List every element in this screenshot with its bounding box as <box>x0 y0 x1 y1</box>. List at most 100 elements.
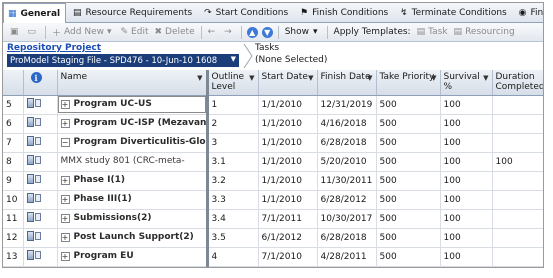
survival-cell[interactable]: 100 <box>440 114 493 134</box>
name-cell[interactable]: − Program Diverticulitis-Globa <box>57 133 209 153</box>
outline-level-cell[interactable]: 3 <box>207 133 259 153</box>
take-priority-cell[interactable]: 500 <box>376 247 441 267</box>
filter-icon[interactable]: ▼ <box>308 73 313 83</box>
take-priority-cell[interactable]: 500 <box>376 228 441 248</box>
outline-level-cell[interactable]: 1 <box>207 95 259 115</box>
name-cell[interactable]: + Phase I(1) <box>57 171 209 191</box>
expand-icon[interactable]: + <box>60 213 70 223</box>
start-date-cell[interactable]: 1/1/2010 <box>258 152 318 172</box>
take-priority-cell[interactable]: 500 <box>376 152 441 172</box>
tab-start-conditions[interactable]: ↷ Start Conditions <box>200 3 293 23</box>
outdent-button[interactable]: ← <box>205 24 222 40</box>
survival-cell[interactable]: 100 <box>440 228 493 248</box>
row-icon-cell[interactable] <box>23 171 58 191</box>
take-priority-cell[interactable]: 500 <box>376 209 441 229</box>
save-button[interactable]: ▣ <box>7 24 25 40</box>
survival-cell[interactable]: 100 <box>440 171 493 191</box>
start-date-cell[interactable]: 7/1/2011 <box>258 209 318 229</box>
start-date-cell[interactable]: 1/1/2010 <box>258 171 318 191</box>
table-row[interactable]: 9 + Phase I(1) 3.2 1/1/2010 11/30/2011 500 100 <box>3 171 543 191</box>
row-icon-cell[interactable] <box>23 152 58 172</box>
expand-icon[interactable]: + <box>60 232 70 242</box>
expand-icon[interactable]: + <box>60 99 70 109</box>
expand-icon[interactable]: + <box>60 194 70 204</box>
finish-date-cell[interactable]: 6/28/2018 <box>317 133 377 153</box>
row-icon-cell[interactable] <box>23 209 58 229</box>
table-row[interactable]: 6 + Program UC-ISP (Mezavant) 2 1/1/2010 4/16… <box>3 114 543 134</box>
expand-icon[interactable]: + <box>60 118 70 128</box>
name-cell[interactable]: + Program EU <box>57 247 209 267</box>
finish-date-cell[interactable]: 12/31/2019 <box>317 95 377 115</box>
tab-finish-conditions[interactable]: ⚑ Finish Conditions <box>296 3 393 23</box>
outline-level-cell[interactable]: 2 <box>207 114 259 134</box>
duration-completed-cell[interactable] <box>492 133 543 153</box>
take-priority-column-header[interactable]: Take Priority ▼ <box>376 70 441 96</box>
table-row[interactable]: 12 + Post Launch Support(2) 3.5 6/1/2012 6/28… <box>3 228 543 248</box>
finish-date-cell[interactable]: 10/30/2017 <box>317 209 377 229</box>
duration-completed-cell[interactable] <box>492 209 543 229</box>
filter-icon[interactable]: ▼ <box>483 73 488 83</box>
collapse-icon[interactable]: − <box>60 137 70 147</box>
repository-project-link[interactable]: Repository Project <box>7 43 241 53</box>
new-window-button[interactable]: ▭ <box>25 24 43 40</box>
duration-completed-cell[interactable]: 100 <box>492 152 543 172</box>
duration-completed-cell[interactable] <box>492 95 543 115</box>
indent-button[interactable]: → <box>221 24 238 40</box>
outline-level-cell[interactable]: 3.4 <box>207 209 259 229</box>
name-cell[interactable]: + Submissions(2) <box>57 209 209 229</box>
name-cell[interactable]: + Phase III(1) <box>57 190 209 210</box>
filter-icon[interactable]: ▼ <box>197 73 202 83</box>
table-row[interactable]: 7 − Program Diverticulitis-Globa 3 1/1/2010 6… <box>3 133 543 153</box>
take-priority-cell[interactable]: 500 <box>376 95 441 115</box>
take-priority-cell[interactable]: 500 <box>376 133 441 153</box>
survival-cell[interactable]: 100 <box>440 247 493 267</box>
tab-terminate-conditions[interactable]: ↯ Terminate Conditions <box>396 3 512 23</box>
outline-level-cell[interactable]: 4 <box>207 247 259 267</box>
edit-button[interactable]: ✎ Edit <box>118 24 152 40</box>
filter-icon[interactable]: ▼ <box>431 73 436 83</box>
survival-cell[interactable]: 100 <box>440 209 493 229</box>
finish-date-cell[interactable]: 5/20/2010 <box>317 152 377 172</box>
name-cell[interactable]: + Post Launch Support(2) <box>57 228 209 248</box>
start-date-cell[interactable]: 7/1/2010 <box>258 247 318 267</box>
survival-cell[interactable]: 100 <box>440 95 493 115</box>
duration-completed-cell[interactable] <box>492 171 543 191</box>
name-cell[interactable]: + Program UC-US <box>57 95 209 115</box>
row-icon-cell[interactable] <box>23 247 58 267</box>
resourcing-template-button[interactable]: ▤ Resourcing <box>451 24 518 40</box>
row-icon-cell[interactable] <box>23 95 58 115</box>
table-row[interactable]: 8 MMX study 801 (CRC-meta- 3.1 1/1/2010 5/20… <box>3 152 543 172</box>
row-icon-cell[interactable] <box>23 190 58 210</box>
repository-select[interactable]: ProModel Staging File - SPD476 - 10-Jun-… <box>7 54 239 67</box>
filter-icon[interactable]: ▼ <box>367 73 372 83</box>
expand-icon[interactable]: + <box>60 175 70 185</box>
finish-date-cell[interactable]: 11/30/2011 <box>317 171 377 191</box>
finish-date-cell[interactable]: 6/28/2012 <box>317 190 377 210</box>
take-priority-cell[interactable]: 500 <box>376 171 441 191</box>
survival-cell[interactable]: 100 <box>440 152 493 172</box>
duration-completed-cell[interactable] <box>492 247 543 267</box>
start-date-cell[interactable]: 6/1/2012 <box>258 228 318 248</box>
duration-completed-column-header[interactable]: Duration Completed <box>492 70 543 96</box>
row-icon-cell[interactable] <box>23 228 58 248</box>
table-row[interactable]: 10 + Phase III(1) 3.3 1/1/2010 6/28/2012 500 10… <box>3 190 543 210</box>
expand-icon[interactable]: + <box>60 251 70 261</box>
filter-icon[interactable]: ▼ <box>249 73 254 83</box>
start-date-cell[interactable]: 1/1/2010 <box>258 133 318 153</box>
finish-date-cell[interactable]: 6/28/2018 <box>317 228 377 248</box>
outline-level-cell[interactable]: 3.1 <box>207 152 259 172</box>
row-icon-cell[interactable] <box>23 133 58 153</box>
table-row[interactable]: 11 + Submissions(2) 3.4 7/1/2011 10/30/2017 50… <box>3 209 543 229</box>
survival-column-header[interactable]: Survival % ▼ <box>440 70 493 96</box>
take-priority-cell[interactable]: 500 <box>376 114 441 134</box>
tab-financials[interactable]: ◉Financ <box>515 3 543 23</box>
finish-date-cell[interactable]: 4/16/2018 <box>317 114 377 134</box>
start-date-cell[interactable]: 1/1/2010 <box>258 190 318 210</box>
duration-completed-cell[interactable] <box>492 190 543 210</box>
name-cell[interactable]: MMX study 801 (CRC-meta- <box>57 152 209 172</box>
start-date-cell[interactable]: 1/1/2010 <box>258 95 318 115</box>
duration-completed-cell[interactable] <box>492 114 543 134</box>
table-row[interactable]: 5 + Program UC-US 1 1/1/2010 12/31/2019 500 100 <box>3 95 543 115</box>
add-new-button[interactable]: ＋ Add New ▾ <box>49 24 117 40</box>
tab-resource-requirements[interactable]: ▤ Resource Requirements <box>69 3 197 23</box>
